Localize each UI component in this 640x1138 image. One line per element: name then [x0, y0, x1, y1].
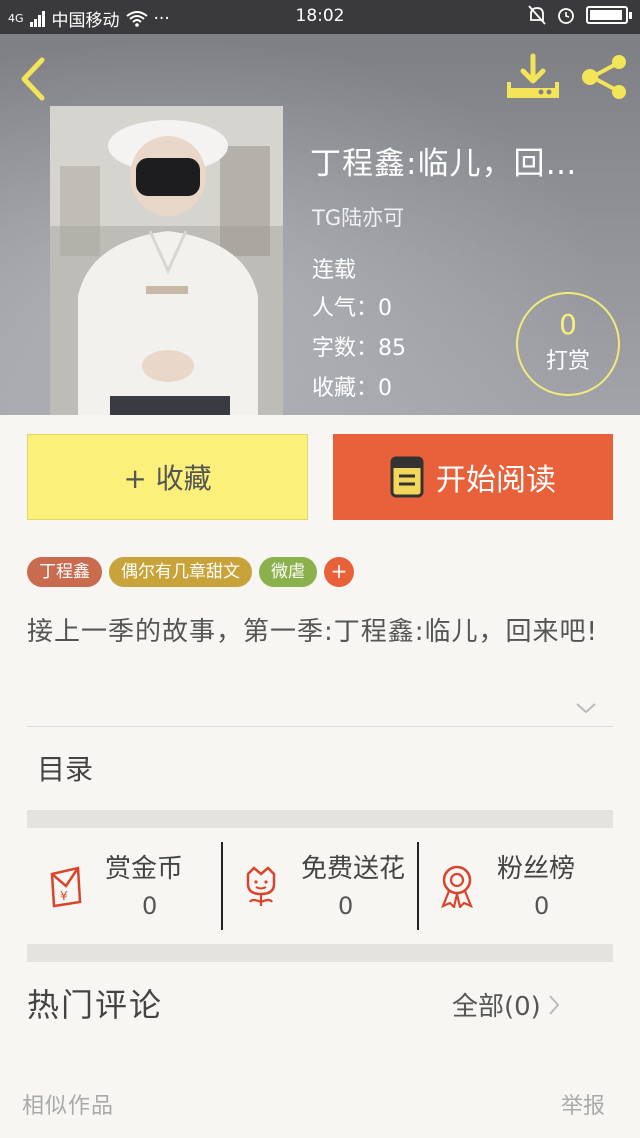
fan-ranking[interactable]: 粉丝榜 0: [417, 842, 613, 930]
word-count-label: 字数：: [312, 336, 379, 361]
section-separator: [27, 944, 613, 962]
reward-label: 打赏: [545, 349, 590, 374]
gold-coin-reward[interactable]: ¥ 赏金币 0: [27, 842, 221, 930]
all-comments-label: 全部(0): [452, 992, 541, 1022]
back-button[interactable]: [14, 54, 54, 104]
tag-list: 丁程鑫 偶尔有几章甜文 微虐 +: [27, 557, 354, 587]
popularity-row: 人气：0: [312, 290, 392, 322]
stat-label: 赏金币: [105, 854, 184, 884]
mute-bell-icon: [528, 5, 546, 25]
share-button[interactable]: [578, 54, 630, 100]
favorites-value: 0: [378, 376, 393, 401]
book-status: 连载: [312, 258, 357, 283]
favorites-label: 收藏：: [312, 376, 379, 401]
download-button[interactable]: [505, 52, 561, 102]
book-icon: [390, 456, 424, 498]
word-count-row: 字数：85: [312, 330, 406, 362]
cover-photo: [50, 106, 283, 415]
alarm-icon: [558, 8, 574, 24]
reward-button[interactable]: 0 打赏: [516, 292, 620, 396]
stat-value: 0: [142, 892, 158, 920]
book-author[interactable]: TG陆亦可: [312, 202, 404, 232]
book-header: 丁程鑫:临儿，回… TG陆亦可 连载 人气：0 字数：85 收藏：0 0 打赏: [0, 34, 640, 415]
chevron-right-icon: [549, 994, 560, 1015]
back-arrow-icon: [21, 57, 45, 101]
reward-count: 0: [559, 308, 577, 341]
word-count-value: 85: [378, 336, 407, 361]
hot-comments-title: 热门评论: [27, 986, 164, 1024]
tag-item[interactable]: 丁程鑫: [27, 557, 102, 587]
download-icon: [507, 53, 559, 98]
popularity-label: 人气：: [312, 296, 379, 321]
collect-button[interactable]: + 收藏: [27, 434, 308, 520]
tag-item[interactable]: 微虐: [259, 557, 317, 587]
stat-value: 0: [534, 892, 550, 920]
similar-works-label: 相似作品: [22, 1094, 115, 1119]
book-title: 丁程鑫:临儿，回…: [310, 146, 578, 182]
report-link[interactable]: 举报: [561, 1088, 605, 1120]
book-synopsis: 接上一季的故事，第一季:丁程鑫:临儿，回来吧!: [27, 617, 598, 647]
medal-icon: [441, 865, 473, 908]
popularity-value: 0: [378, 296, 393, 321]
share-icon: [582, 55, 626, 99]
tag-item[interactable]: 偶尔有几章甜文: [109, 557, 252, 587]
support-stats: ¥ 赏金币 0 免费送花 0 粉丝榜 0: [27, 842, 613, 930]
free-flower[interactable]: 免费送花 0: [221, 842, 417, 930]
table-of-contents[interactable]: 目录: [37, 748, 93, 788]
book-cover[interactable]: [50, 106, 283, 415]
status-right: [528, 5, 632, 25]
status-bar: 4G 中国移动 ··· 18:02: [0, 0, 640, 34]
svg-text:¥: ¥: [60, 889, 68, 903]
stat-label: 免费送花: [301, 854, 406, 884]
stat-value: 0: [338, 892, 354, 920]
favorites-row: 收藏：0: [312, 370, 392, 402]
all-comments-link[interactable]: 全部(0): [452, 986, 561, 1023]
add-tag-button[interactable]: +: [324, 557, 354, 587]
start-reading-label: 开始阅读: [436, 463, 556, 498]
section-separator: [27, 810, 613, 828]
start-reading-button[interactable]: 开始阅读: [333, 434, 613, 520]
stat-label: 粉丝榜: [497, 854, 576, 884]
battery-icon: [586, 6, 632, 24]
flower-icon: [246, 866, 276, 906]
chevron-down-icon[interactable]: [574, 700, 598, 716]
divider: [27, 726, 613, 727]
red-envelope-icon: ¥: [50, 866, 82, 908]
